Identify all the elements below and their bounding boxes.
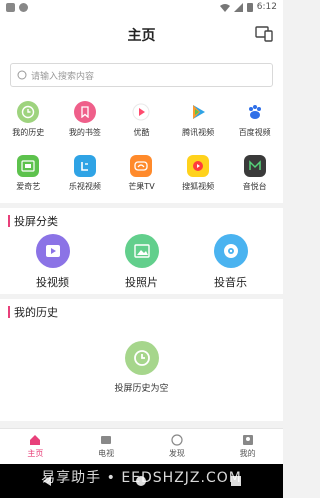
search-placeholder: 请输入搜索内容	[31, 71, 95, 82]
app-label: 芒果TV	[128, 182, 155, 191]
youku-play-icon	[130, 101, 152, 123]
cast-categories: 投视频 投照片 投音乐	[0, 234, 283, 294]
signal-icon	[233, 2, 243, 12]
title-bar: 主页	[0, 14, 283, 56]
app-baidu-video[interactable]: 百度视频	[226, 97, 283, 145]
history-clock-icon	[124, 341, 159, 375]
app-label: 搜狐视频	[182, 182, 215, 191]
app-letv[interactable]: 乐视视频	[57, 151, 114, 199]
cast-label: 投视频	[36, 276, 69, 289]
tab-discover[interactable]: 发现	[142, 429, 213, 464]
app-label: 优酷	[133, 128, 150, 137]
section-accent-bar	[8, 306, 10, 318]
app-mango-tv[interactable]: 芒果TV	[113, 151, 170, 199]
status-bar: 6:12	[0, 0, 283, 14]
section-title: 我的历史	[14, 306, 58, 319]
section-title: 投屏分类	[14, 215, 58, 228]
mango-tv-icon	[130, 155, 153, 177]
photo-icon	[124, 234, 159, 268]
tab-tv[interactable]: 电视	[71, 429, 142, 464]
app-label: 百度视频	[238, 128, 271, 137]
app-label: 乐视视频	[68, 182, 101, 191]
app-sohu-video[interactable]: 搜狐视频	[170, 151, 227, 199]
cast-video-button[interactable]: 投视频	[18, 234, 88, 294]
sohu-video-icon	[187, 155, 210, 177]
tab-home[interactable]: 主页	[0, 429, 71, 464]
cast-label: 投照片	[125, 276, 158, 289]
bottom-tab-bar: 主页 电视 发现 我的	[0, 428, 283, 464]
battery-icon	[246, 3, 253, 12]
app-label: 我的书签	[68, 128, 101, 137]
discover-icon	[171, 434, 183, 446]
app-iqiyi[interactable]: 爱奇艺	[0, 151, 57, 199]
search-icon	[17, 70, 27, 80]
cast-label: 投音乐	[214, 276, 247, 289]
app-label: 音悦台	[242, 182, 267, 191]
history-empty-state: 投屏历史为空	[0, 325, 283, 421]
music-disc-icon	[213, 234, 248, 268]
cast-music-button[interactable]: 投音乐	[196, 234, 266, 294]
letv-icon	[73, 155, 96, 177]
app-tencent-video[interactable]: 腾讯视频	[170, 97, 227, 145]
page-title: 主页	[127, 28, 156, 44]
tab-label: 电视	[98, 449, 115, 458]
system-nav-bar	[0, 464, 283, 498]
cast-section: 投屏分类 投视频 投照片 投音乐	[0, 208, 283, 294]
tab-profile[interactable]: 我的	[212, 429, 283, 464]
tencent-video-icon	[187, 101, 209, 123]
cast-photo-button[interactable]: 投照片	[107, 234, 177, 294]
section-header: 我的历史	[0, 299, 283, 325]
tab-label: 主页	[27, 449, 44, 458]
bookmark-icon	[73, 101, 96, 123]
profile-icon	[242, 435, 253, 445]
app-youku[interactable]: 优酷	[113, 97, 170, 145]
home-circle-icon[interactable]	[135, 475, 147, 487]
wifi-icon	[219, 3, 230, 12]
tv-icon	[101, 436, 112, 444]
tab-label: 我的	[239, 449, 256, 458]
history-section: 我的历史 投屏历史为空	[0, 299, 283, 421]
history-empty-text: 投屏历史为空	[114, 384, 169, 394]
app-grid: 我的历史 我的书签 优酷 腾讯视频 百度视频 爱奇艺 乐视视频 芒果TV 搜狐视…	[0, 95, 283, 203]
history-clock-icon	[17, 101, 40, 123]
notification-icon	[6, 2, 15, 12]
section-header: 投屏分类	[0, 208, 283, 234]
iqiyi-icon	[17, 155, 40, 177]
status-time: 6:12	[256, 2, 277, 12]
notification-icon	[19, 2, 28, 12]
search-area: 请输入搜索内容	[0, 56, 283, 95]
search-input[interactable]: 请输入搜索内容	[10, 63, 273, 87]
status-notifications	[6, 2, 28, 12]
app-my-bookmarks[interactable]: 我的书签	[57, 97, 114, 145]
yinyuetai-icon	[243, 155, 266, 177]
app-label: 爱奇艺	[16, 182, 41, 191]
video-play-icon	[35, 234, 70, 268]
section-accent-bar	[8, 215, 10, 227]
back-icon[interactable]	[41, 475, 53, 487]
app-my-history[interactable]: 我的历史	[0, 97, 57, 145]
recents-icon[interactable]	[230, 475, 242, 487]
app-label: 腾讯视频	[182, 128, 215, 137]
status-system: 6:12	[219, 2, 277, 12]
app-yinyuetai[interactable]: 音悦台	[226, 151, 283, 199]
home-icon	[30, 435, 41, 445]
screen-cast-icon[interactable]	[255, 26, 273, 42]
app-label: 我的历史	[12, 128, 45, 137]
baidu-paw-icon	[244, 101, 266, 123]
tab-label: 发现	[168, 449, 185, 458]
